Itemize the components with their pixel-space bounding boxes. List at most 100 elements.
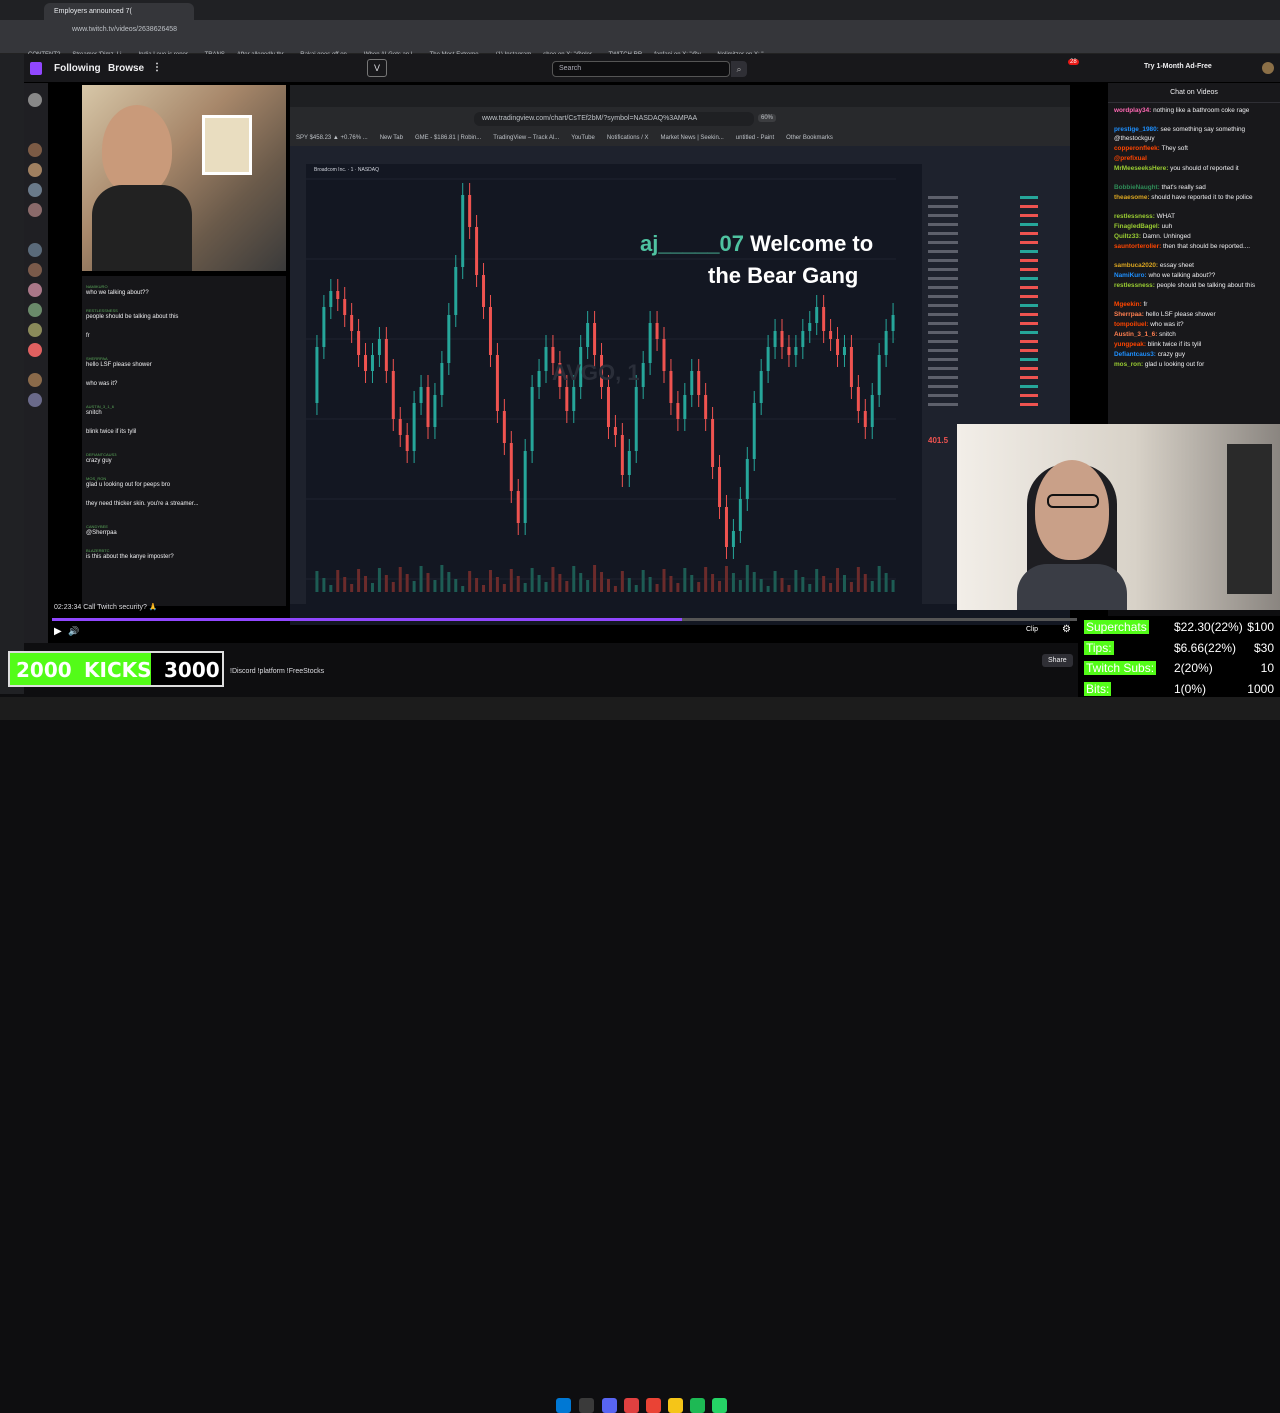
watchlist-row[interactable] xyxy=(928,347,1062,355)
watchlist-row[interactable] xyxy=(928,356,1062,364)
chat-username[interactable]: Mgeekin: xyxy=(1114,301,1143,308)
chat-username[interactable]: @prefixual xyxy=(1114,155,1147,162)
tv-bookmark-item[interactable]: New Tab xyxy=(380,135,403,141)
channel-avatar[interactable] xyxy=(28,163,42,177)
nav-following[interactable]: Following xyxy=(54,63,101,74)
settings-gear-icon[interactable]: ⚙ xyxy=(1062,624,1071,635)
candle-body xyxy=(329,291,333,307)
chat-username[interactable]: Defiantcaus3: xyxy=(1114,351,1158,358)
chat-username[interactable]: theaesome: xyxy=(1114,194,1151,201)
watchlist-row[interactable] xyxy=(928,275,1062,283)
chat-username[interactable]: Quiltz33: xyxy=(1114,233,1143,240)
file-explorer-icon[interactable] xyxy=(668,1398,683,1413)
channel-avatar[interactable] xyxy=(28,283,42,297)
watchlist-row[interactable] xyxy=(928,383,1062,391)
tv-bookmark-item[interactable]: YouTube xyxy=(571,135,595,141)
channel-avatar[interactable] xyxy=(28,323,42,337)
chat-username[interactable]: sauntorterolier: xyxy=(1114,243,1163,250)
watchlist-row[interactable] xyxy=(928,311,1062,319)
watchlist-row[interactable] xyxy=(928,401,1062,409)
chrome-icon[interactable] xyxy=(646,1398,661,1413)
watchlist-change xyxy=(1020,268,1038,271)
watchlist-row[interactable] xyxy=(928,338,1062,346)
volume-bar xyxy=(856,567,860,592)
twitch-logo-icon[interactable] xyxy=(30,62,42,75)
channel-avatar[interactable] xyxy=(28,263,42,277)
chat-username[interactable]: wordplay34: xyxy=(1114,107,1153,114)
more-icon[interactable]: ⋮ xyxy=(152,62,162,73)
channel-avatar[interactable] xyxy=(28,243,42,257)
app-icon[interactable] xyxy=(624,1398,639,1413)
whatsapp-icon[interactable] xyxy=(712,1398,727,1413)
chat-username[interactable]: Austin_3_1_6: xyxy=(1114,331,1159,338)
tv-bookmark-item[interactable]: TradingView – Track Al... xyxy=(493,135,559,141)
tv-url-field[interactable]: www.tradingview.com/chart/CsTEf2bM/?symb… xyxy=(474,112,754,126)
watchlist-row[interactable] xyxy=(928,194,1062,202)
watchlist-row[interactable] xyxy=(928,329,1062,337)
watchlist-row[interactable] xyxy=(928,257,1062,265)
url-field[interactable]: www.twitch.tv/videos/2638626458 xyxy=(66,23,966,37)
candle-body xyxy=(509,443,513,491)
tv-bookmark-item[interactable]: SPY $458.23 ▲ +0.76% ... xyxy=(296,135,368,141)
spotify-icon[interactable] xyxy=(690,1398,705,1413)
play-icon[interactable]: ▶ xyxy=(54,626,62,637)
channel-avatar[interactable] xyxy=(28,343,42,357)
volume-icon[interactable]: 🔊 xyxy=(68,626,79,637)
prime-icon[interactable]: V xyxy=(367,59,387,77)
candle-body xyxy=(454,267,458,315)
collapse-icon[interactable] xyxy=(28,93,42,107)
watchlist-row[interactable] xyxy=(928,248,1062,256)
channel-avatar[interactable] xyxy=(28,303,42,317)
chat-username[interactable]: restlessness: xyxy=(1114,213,1157,220)
chat-username[interactable]: restlessness: xyxy=(1114,282,1157,289)
search-taskbar-icon[interactable] xyxy=(579,1398,594,1413)
tv-bookmark-item[interactable]: GME - $186.81 | Robin... xyxy=(415,135,481,141)
channel-avatar[interactable] xyxy=(28,143,42,157)
watchlist-row[interactable] xyxy=(928,239,1062,247)
chat-username[interactable]: MrMeeseeksHere: xyxy=(1114,165,1170,172)
share-button[interactable]: Share xyxy=(1042,654,1073,667)
tv-bookmark-item[interactable]: untitled - Paint xyxy=(736,135,774,141)
watchlist-row[interactable] xyxy=(928,212,1062,220)
chat-username[interactable]: prestige_1980: xyxy=(1114,126,1161,133)
tv-bookmark-item[interactable]: Market News | Seekin... xyxy=(661,135,724,141)
tv-bookmark-item[interactable]: Other Bookmarks xyxy=(786,135,833,141)
clip-button[interactable]: Clip xyxy=(1026,626,1038,633)
watchlist-row[interactable] xyxy=(928,302,1062,310)
browser-tab-active[interactable]: Employers announced 7( xyxy=(44,3,194,20)
user-avatar[interactable] xyxy=(1262,62,1274,74)
tv-bookmark-item[interactable]: Notifications / X xyxy=(607,135,649,141)
ad-free-button[interactable]: Try 1-Month Ad-Free xyxy=(1144,63,1212,70)
streamer-face xyxy=(102,105,172,195)
watchlist-row[interactable] xyxy=(928,392,1062,400)
chat-username[interactable]: copperonfleek: xyxy=(1114,145,1162,152)
watchlist-row[interactable] xyxy=(928,320,1062,328)
nav-browse[interactable]: Browse xyxy=(108,63,144,74)
chat-username[interactable]: NamiKuro: xyxy=(1114,272,1148,279)
watchlist-row[interactable] xyxy=(928,266,1062,274)
chat-username[interactable]: Sherrpaa: xyxy=(1114,311,1146,318)
discord-icon[interactable] xyxy=(602,1398,617,1413)
search-icon[interactable]: ⌕ xyxy=(731,61,747,77)
channel-avatar[interactable] xyxy=(28,183,42,197)
chat-username[interactable]: FinagledBagel: xyxy=(1114,223,1162,230)
watchlist-row[interactable] xyxy=(928,374,1062,382)
watchlist-row[interactable] xyxy=(928,293,1062,301)
chat-username[interactable]: tompoiluel: xyxy=(1114,321,1150,328)
watchlist-row[interactable] xyxy=(928,365,1062,373)
channel-avatar[interactable] xyxy=(28,393,42,407)
watchlist-row[interactable] xyxy=(928,221,1062,229)
watchlist-row[interactable] xyxy=(928,230,1062,238)
channel-avatar[interactable] xyxy=(28,373,42,387)
chat-text: hello LSF please shower xyxy=(1145,311,1216,318)
chat-username[interactable]: yungpeak: xyxy=(1114,341,1148,348)
watchlist-row[interactable] xyxy=(928,203,1062,211)
chat-username[interactable]: sambuca2020: xyxy=(1114,262,1160,269)
chat-username[interactable]: BobbieNaught: xyxy=(1114,184,1162,191)
watchlist-row[interactable] xyxy=(928,284,1062,292)
search-input[interactable]: Search xyxy=(552,61,730,77)
chat-username[interactable]: mos_ron: xyxy=(1114,361,1145,368)
channel-avatar[interactable] xyxy=(28,203,42,217)
candle-body xyxy=(606,387,610,427)
start-icon[interactable] xyxy=(556,1398,571,1413)
